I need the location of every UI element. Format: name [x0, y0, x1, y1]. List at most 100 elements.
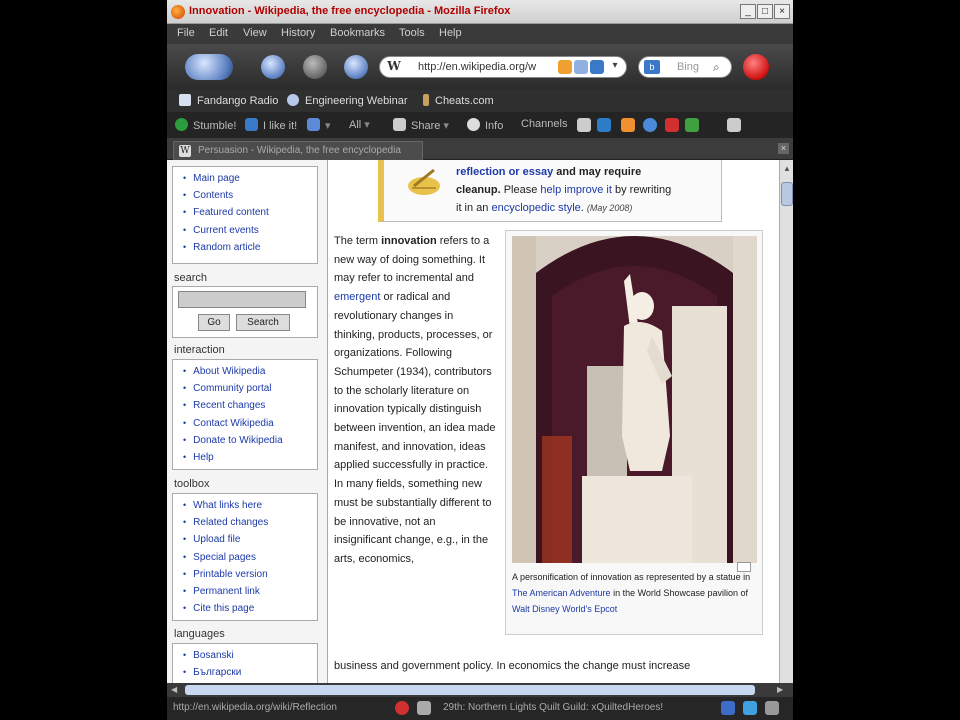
bookmark-label: Fandango Radio	[197, 95, 279, 107]
toolbox-heading: toolbox	[174, 478, 210, 490]
emergent-link[interactable]: emergent	[334, 291, 380, 303]
menu-view[interactable]: View	[243, 24, 267, 39]
link-contact-wikipedia[interactable]: Contact Wikipedia	[183, 415, 317, 432]
link-upload-file[interactable]: Upload file	[183, 531, 317, 548]
menu-history[interactable]: History	[281, 24, 315, 39]
nav-featured-content[interactable]: Featured content	[183, 204, 317, 221]
window-title: Innovation - Wikipedia, the free encyclo…	[189, 5, 511, 17]
menu-bookmarks[interactable]: Bookmarks	[330, 24, 385, 39]
addon-icon[interactable]	[590, 60, 604, 74]
shuffle-icon[interactable]	[685, 118, 699, 132]
link-about-wikipedia[interactable]: About Wikipedia	[183, 363, 317, 380]
wiki-search-input[interactable]	[178, 291, 306, 308]
bookmark-cheats[interactable]: Cheats.com	[423, 94, 494, 107]
caption-text: in the World Showcase pavilion of	[613, 588, 748, 598]
link-what-links-here[interactable]: What links here	[183, 497, 317, 514]
info-button[interactable]: Info	[467, 118, 503, 132]
bing-icon[interactable]: b	[644, 60, 660, 74]
link-special-pages[interactable]: Special pages	[183, 549, 317, 566]
share-button[interactable]: Share ▾	[393, 118, 449, 132]
lang-bulgarian[interactable]: Български	[183, 664, 317, 681]
nav-main-page[interactable]: Main page	[183, 170, 317, 187]
thumbs-up-icon	[245, 118, 258, 131]
minimize-button[interactable]: _	[740, 4, 756, 19]
reflection-essay-link[interactable]: reflection or essay	[456, 166, 553, 178]
addon-red-icon[interactable]	[743, 54, 769, 80]
menu-tools[interactable]: Tools	[399, 24, 425, 39]
facebook-icon[interactable]	[721, 701, 735, 715]
tab-persuasion[interactable]: W Persuasion - Wikipedia, the free encyc…	[173, 141, 423, 160]
link-cite-page[interactable]: Cite this page	[183, 600, 317, 617]
link-related-changes[interactable]: Related changes	[183, 514, 317, 531]
search-bar[interactable]: b Bing ⌕	[638, 56, 732, 78]
stop-icon[interactable]	[303, 55, 327, 79]
all-label: All	[349, 119, 362, 131]
languages-heading: languages	[174, 628, 225, 640]
address-bar[interactable]: W http://en.wikipedia.org/w ▾	[379, 56, 627, 78]
dropdown-icon[interactable]: ▾	[608, 60, 622, 74]
link-printable-version[interactable]: Printable version	[183, 566, 317, 583]
person-icon	[287, 94, 299, 106]
nav-current-events[interactable]: Current events	[183, 222, 317, 239]
menu-help[interactable]: Help	[439, 24, 462, 39]
scroll-left-arrow-icon[interactable]: ◀	[171, 685, 177, 694]
scroll-up-arrow-icon[interactable]: ▲	[783, 164, 791, 173]
reload-icon[interactable]	[261, 55, 285, 79]
link-community-portal[interactable]: Community portal	[183, 380, 317, 397]
horizontal-scrollbar[interactable]: ◀ ▶	[167, 683, 793, 697]
all-dropdown[interactable]: All ▾	[349, 118, 370, 131]
channels-label[interactable]: Channels	[521, 118, 567, 130]
search-heading: search	[174, 272, 208, 284]
like-button[interactable]: I like it!	[245, 118, 297, 132]
vertical-scrollbar[interactable]: ▲	[779, 160, 793, 683]
go-button[interactable]: Go	[198, 314, 230, 331]
scroll-right-arrow-icon[interactable]: ▶	[777, 685, 783, 694]
pencil-icon[interactable]	[727, 118, 741, 132]
magnifier-icon[interactable]: ⌕	[713, 60, 727, 74]
dislike-button[interactable]: ▾	[307, 118, 331, 132]
search-button[interactable]: Search	[236, 314, 290, 331]
american-adventure-link[interactable]: The American Adventure	[512, 588, 611, 598]
maximize-button[interactable]: □	[757, 4, 773, 19]
settings-icon[interactable]	[765, 701, 779, 715]
adblock-icon[interactable]	[395, 701, 409, 715]
tab-close-icon[interactable]: ×	[778, 143, 789, 154]
bookmark-engineering[interactable]: Engineering Webinar	[287, 94, 408, 107]
encyclopedic-style-link[interactable]: encyclopedic style	[491, 202, 580, 214]
status-feed-item[interactable]: 29th: Northern Lights Quilt Guild: xQuil…	[443, 702, 663, 713]
title-bar: Innovation - Wikipedia, the free encyclo…	[167, 0, 793, 24]
menu-file[interactable]: File	[177, 24, 195, 39]
back-forward-button[interactable]	[185, 54, 233, 80]
notice-date: (May 2008)	[586, 203, 633, 213]
epcot-link[interactable]: Walt Disney World's Epcot	[512, 604, 617, 614]
languages-portlet: Bosanski Български	[172, 643, 318, 683]
nav-contents[interactable]: Contents	[183, 187, 317, 204]
bookmark-star-icon[interactable]	[574, 60, 588, 74]
link-permanent-link[interactable]: Permanent link	[183, 583, 317, 600]
calendar-icon[interactable]	[577, 118, 591, 132]
interaction-heading: interaction	[174, 344, 225, 356]
menu-edit[interactable]: Edit	[209, 24, 228, 39]
lang-bosanski[interactable]: Bosanski	[183, 647, 317, 664]
vertical-scroll-thumb[interactable]	[781, 182, 793, 206]
blogger-icon[interactable]	[621, 118, 635, 132]
statue-image[interactable]	[512, 236, 757, 563]
nav-random-article[interactable]: Random article	[183, 239, 317, 256]
home-icon[interactable]	[344, 55, 368, 79]
youtube-icon[interactable]	[665, 118, 679, 132]
stumble-button[interactable]: Stumble!	[175, 118, 236, 132]
link-help[interactable]: Help	[183, 449, 317, 466]
close-button[interactable]: ×	[774, 4, 790, 19]
twitter-icon[interactable]	[743, 701, 757, 715]
link-recent-changes[interactable]: Recent changes	[183, 397, 317, 414]
help-improve-link[interactable]: help improve it	[540, 184, 612, 196]
address-url[interactable]: http://en.wikipedia.org/w	[418, 61, 536, 73]
status-icon[interactable]	[417, 701, 431, 715]
rss-icon[interactable]	[558, 60, 572, 74]
horizontal-scroll-thumb[interactable]	[185, 685, 755, 695]
link-donate[interactable]: Donate to Wikipedia	[183, 432, 317, 449]
bookmark-fandango[interactable]: Fandango Radio	[179, 94, 278, 107]
wikipedia-icon[interactable]	[597, 118, 611, 132]
globe-icon[interactable]	[643, 118, 657, 132]
firefox-icon	[171, 5, 185, 19]
